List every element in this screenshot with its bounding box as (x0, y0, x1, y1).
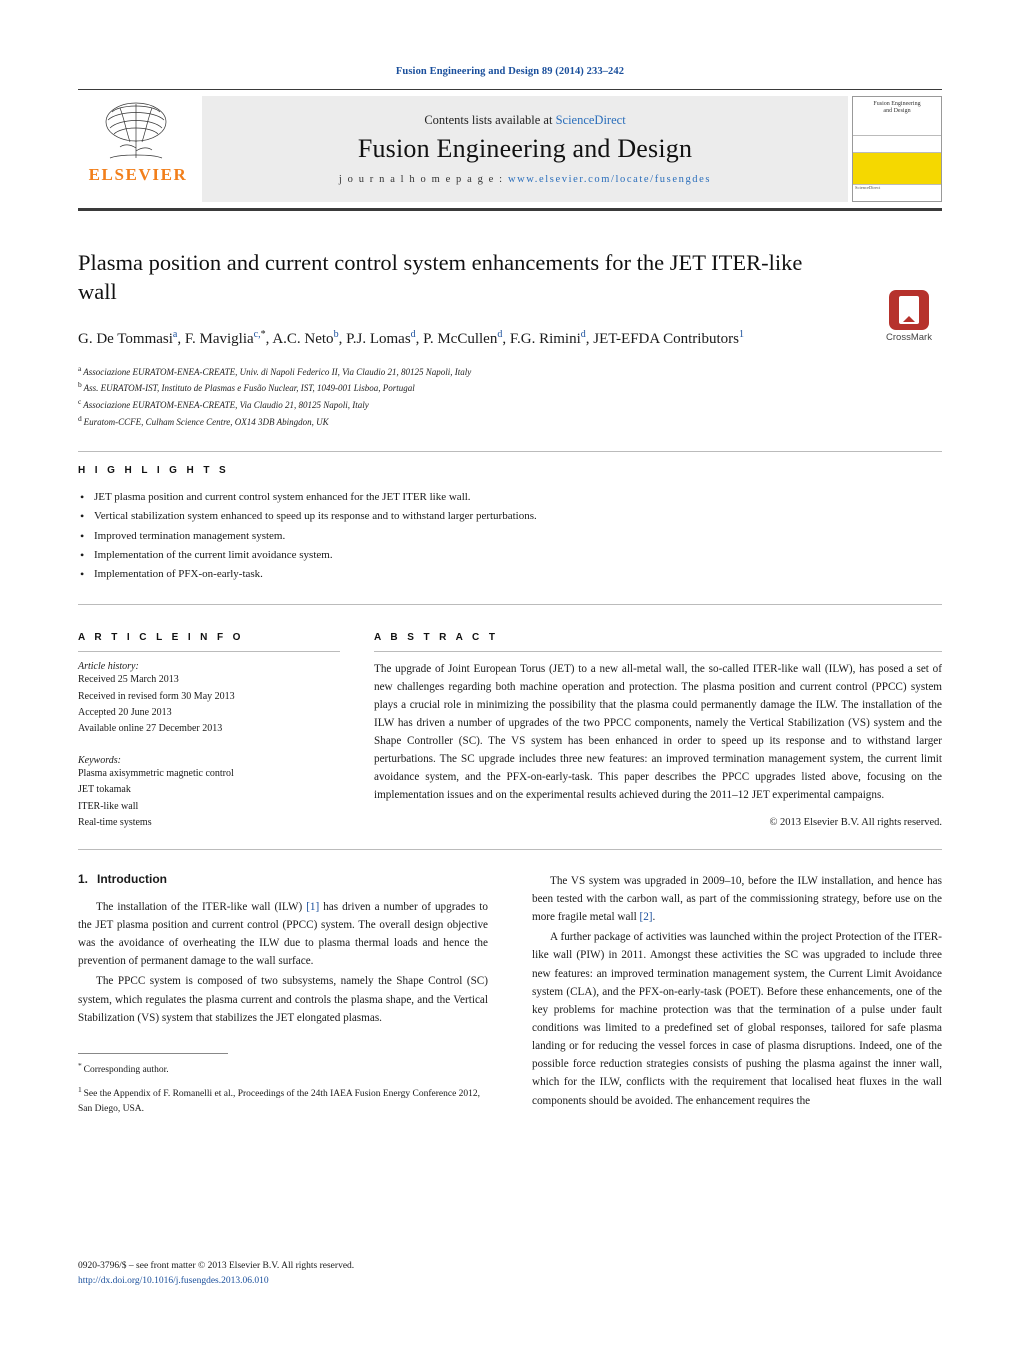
author-name: A.C. Neto (272, 330, 334, 347)
author-affil-marker: c, (253, 328, 261, 340)
crossmark-label: CrossMark (886, 332, 932, 343)
affiliation: a Associazione EURATOM-ENEA-CREATE, Univ… (78, 363, 472, 377)
history-entry: Accepted 20 June 2013 (78, 706, 172, 718)
affiliation: b Ass. EURATOM-IST, Instituto de Plasmas… (78, 380, 415, 394)
body-paragraph: A further package of activities was laun… (532, 931, 942, 1107)
cover-title-line2: and Design (883, 107, 911, 114)
page-footer: 0920-3796/$ – see front matter © 2013 El… (78, 1259, 354, 1289)
author-affil-marker: d (410, 328, 416, 340)
history-entry: Received 25 March 2013 (78, 674, 179, 686)
section-number: 1. (78, 871, 89, 886)
body-rule (78, 848, 942, 850)
running-head: Fusion Engineering and Design 89 (2014) … (395, 66, 625, 77)
issn-line: 0920-3796/$ – see front matter © 2013 El… (78, 1260, 355, 1271)
author-name: G. De Tommasi (78, 330, 173, 347)
keyword: Real-time systems (78, 816, 152, 828)
body-columns: 1. Introduction The installation of the I… (78, 872, 942, 1116)
cover-footer: ScienceDirect (853, 184, 941, 201)
history-list: Received 25 March 2013 Received in revise… (78, 672, 340, 737)
cover-title: Fusion Engineering and Design (853, 97, 941, 136)
author-affil-marker: 1 (738, 328, 744, 340)
author-name: F. Maviglia (184, 330, 254, 347)
section-heading: 1. Introduction (78, 872, 488, 886)
journal-title: Fusion Engineering and Design (357, 134, 693, 163)
abstract-heading: A B S T R A C T (374, 632, 499, 644)
footnote: 1 See the Appendix of F. Romanelli et al… (78, 1084, 481, 1114)
left-paragraphs: The installation of the ITER-like wall (… (78, 898, 488, 1027)
info-rule (78, 604, 942, 606)
highlights-list: JET plasma position and current control … (78, 487, 942, 585)
highlight-item: Improved termination management system. (78, 526, 942, 547)
crossmark-icon (889, 290, 929, 330)
publisher-logo: ELSEVIER (78, 90, 198, 208)
affiliation: d Euratom-CCFE, Culham Science Centre, O… (78, 413, 329, 427)
doi-link[interactable]: http://dx.doi.org/10.1016/j.fusengdes.20… (78, 1274, 354, 1289)
author-list: G. De Tommasia, F. Mavigliac,*, A.C. Net… (78, 328, 744, 347)
elsevier-tree-icon (105, 102, 167, 159)
article-info-heading: A R T I C L E I N F O (78, 632, 244, 644)
author-name: P.J. Lomas (346, 330, 411, 347)
keywords-label: Keywords: (78, 755, 121, 767)
author-name: P. McCullen (423, 330, 498, 347)
author-affil-marker: a (172, 328, 178, 340)
history-label: Article history: (78, 661, 139, 673)
body-right-column: The VS system was upgraded in 2009–10, b… (510, 872, 942, 1116)
body-paragraph: The VS system was upgraded in 2009–10, b… (532, 874, 942, 924)
crossmark-badge[interactable]: CrossMark (876, 290, 942, 343)
keywords-list: Plasma axisymmetric magnetic control JET … (78, 766, 340, 831)
publisher-name: ELSEVIER (88, 165, 188, 184)
author-name: JET-EFDA Contributors (593, 330, 739, 347)
citation-link[interactable]: [2] (639, 911, 652, 923)
author-affil-marker: d (580, 328, 586, 340)
cover-divider (853, 136, 941, 153)
highlight-item: Implementation of the current limit avoi… (78, 545, 942, 566)
author-affil-marker: b (333, 328, 339, 340)
history-entry: Available online 27 December 2013 (78, 722, 223, 734)
info-abstract-row: A R T I C L E I N F O Article history: R… (78, 619, 942, 831)
homepage-url[interactable]: www.elsevier.com/locate/fusengdes (508, 174, 711, 185)
journal-homepage-line: j o u r n a l h o m e p a g e : www.else… (339, 174, 711, 185)
section-title: Introduction (97, 871, 167, 886)
masthead-center: Contents lists available at ScienceDirec… (202, 96, 848, 202)
highlights-rule (78, 451, 942, 453)
article-info-underline (78, 651, 340, 653)
highlight-item: JET plasma position and current control … (78, 487, 942, 508)
author-name: F.G. Rimini (509, 330, 581, 347)
keyword: JET tokamak (78, 784, 131, 796)
author-affil-marker: d (497, 328, 503, 340)
footnotes: * Corresponding author. 1 See the Appendi… (78, 1060, 488, 1116)
journal-cover-thumbnail: Fusion Engineering and Design ScienceDir… (852, 96, 942, 202)
highlight-item: Implementation of PFX-on-early-task. (78, 564, 942, 585)
abstract-text: The upgrade of Joint European Torus (JET… (374, 663, 942, 801)
body-paragraph: The PPCC system is composed of two subsy… (78, 975, 488, 1024)
keywords-block: Keywords: Plasma axisymmetric magnetic c… (78, 755, 340, 831)
abstract-copyright: © 2013 Elsevier B.V. All rights reserved… (769, 816, 942, 828)
abstract-column: A B S T R A C T The upgrade of Joint Eur… (364, 619, 942, 831)
body-paragraph: The installation of the ITER-like wall (… (78, 900, 489, 968)
corresponding-author-marker: * (260, 328, 266, 340)
sciencedirect-link[interactable]: ScienceDirect (556, 113, 626, 127)
contents-available-line: Contents lists available at ScienceDirec… (424, 113, 625, 128)
citation-link[interactable]: [1] (306, 901, 319, 913)
history-entry: Received in revised form 30 May 2013 (78, 690, 235, 702)
right-paragraphs: The VS system was upgraded in 2009–10, b… (532, 872, 942, 1110)
highlights-heading: H I G H L I G H T S (78, 465, 230, 477)
cover-image-area (853, 153, 941, 184)
footnote: * Corresponding author. (78, 1060, 169, 1076)
affiliation: c Associazione EURATOM-ENEA-CREATE, Via … (78, 397, 369, 410)
contents-prefix: Contents lists available at (424, 113, 553, 127)
cover-title-line1: Fusion Engineering (873, 101, 921, 107)
highlight-item: Vertical stabilization system enhanced t… (78, 506, 942, 527)
article-info-column: A R T I C L E I N F O Article history: R… (78, 619, 364, 831)
affiliation-list: a Associazione EURATOM-ENEA-CREATE, Univ… (78, 363, 942, 429)
paper-page: Fusion Engineering and Design 89 (2014) … (0, 0, 1020, 1351)
footnote-rule (78, 1052, 228, 1054)
keyword: ITER-like wall (78, 800, 139, 812)
journal-masthead: ELSEVIER Contents lists available at Sci… (78, 89, 942, 211)
homepage-label: j o u r n a l h o m e p a g e : (338, 174, 504, 185)
keyword: Plasma axisymmetric magnetic control (78, 768, 234, 780)
page-title: Plasma position and current control syst… (78, 250, 803, 304)
abstract-underline (374, 651, 942, 653)
body-left-column: 1. Introduction The installation of the I… (78, 872, 510, 1116)
